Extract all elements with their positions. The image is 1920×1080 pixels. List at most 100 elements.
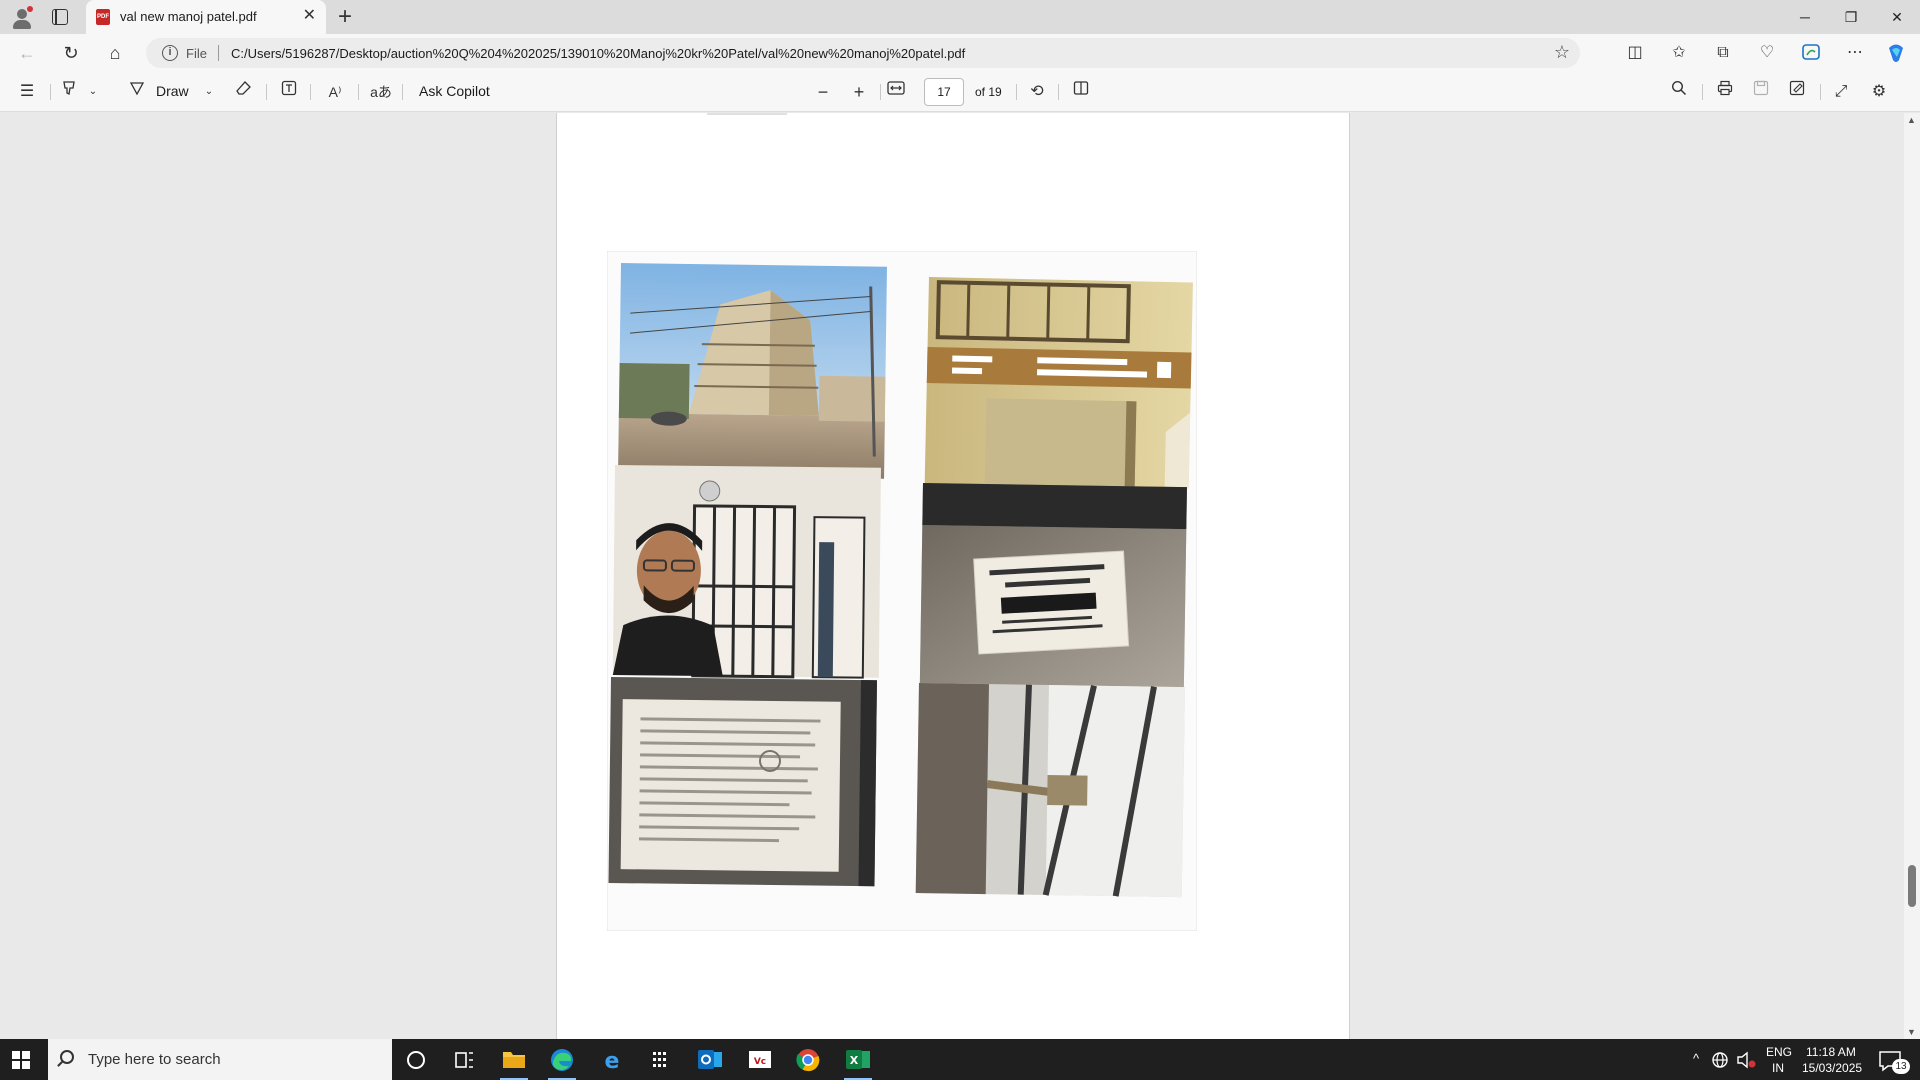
eraser-icon[interactable]	[233, 80, 255, 104]
toolbar-divider	[1016, 84, 1017, 100]
copilot-icon[interactable]	[1885, 42, 1907, 64]
selfie-at-gate-photo	[612, 465, 881, 679]
file-explorer-icon[interactable]	[494, 1045, 534, 1080]
internet-explorer-icon[interactable]: e	[592, 1045, 632, 1074]
notification-count-badge: 13	[1892, 1059, 1910, 1074]
windows-start-icon[interactable]	[12, 1051, 30, 1069]
svg-text:Vc: Vc	[754, 1057, 766, 1067]
favorite-star-icon[interactable]: ☆	[1554, 42, 1570, 63]
draw-dropdown-chevron-icon[interactable]: ⌄	[202, 80, 216, 104]
restore-icon[interactable]: ❐	[1828, 0, 1874, 34]
toolbar-divider	[310, 84, 311, 100]
tab-title: val new manoj patel.pdf	[120, 9, 257, 24]
contents-list-icon[interactable]: ☰	[16, 80, 38, 104]
browser-tab[interactable]: PDF val new manoj patel.pdf ✕	[86, 0, 326, 34]
toolbar-divider	[50, 84, 51, 100]
page-total-label: of 19	[975, 85, 1002, 99]
toolbar-divider	[1820, 84, 1821, 100]
edge-browser-icon[interactable]	[542, 1045, 582, 1080]
cortana-icon[interactable]	[396, 1045, 436, 1074]
translate-icon[interactable]: aあ	[368, 80, 394, 104]
refresh-icon[interactable]: ↻	[56, 39, 86, 67]
highlight-dropdown-chevron-icon[interactable]: ⌄	[86, 80, 100, 104]
svg-text:e: e	[605, 1049, 620, 1074]
full-screen-icon[interactable]: ⤢	[1830, 80, 1852, 104]
favorites-icon[interactable]: ✩	[1668, 42, 1690, 64]
svg-text:X: X	[850, 1054, 859, 1067]
search-placeholder: Type here to search	[88, 1051, 221, 1068]
rotate-icon[interactable]: ⟲	[1026, 80, 1048, 104]
taskbar-search-box[interactable]: Type here to search	[48, 1039, 392, 1080]
collections-icon[interactable]: ⧉	[1712, 42, 1734, 64]
draw-pen-icon[interactable]	[126, 80, 148, 104]
highlight-icon[interactable]	[58, 80, 80, 104]
add-text-icon[interactable]	[278, 80, 300, 104]
volume-muted-icon[interactable]	[1734, 1045, 1758, 1074]
close-window-icon[interactable]: ✕	[1874, 0, 1920, 34]
scroll-down-arrow-icon[interactable]: ▼	[1907, 1027, 1916, 1037]
clock-date[interactable]: 15/03/2025	[1802, 1061, 1862, 1075]
task-view-icon[interactable]	[444, 1045, 484, 1074]
toolbar-divider	[1058, 84, 1059, 100]
zoom-in-icon[interactable]: +	[848, 80, 870, 104]
print-icon[interactable]	[1714, 80, 1736, 104]
close-tab-icon[interactable]: ✕	[303, 7, 316, 25]
photo-collage-svg	[607, 251, 1197, 931]
split-screen-icon[interactable]: ◫	[1624, 42, 1646, 64]
ask-copilot-button[interactable]: Ask Copilot	[419, 83, 490, 99]
apps-grid-icon[interactable]	[640, 1045, 680, 1074]
file-scheme-label: File	[186, 46, 207, 61]
fit-to-width-icon[interactable]	[885, 80, 907, 104]
photo-collage	[607, 251, 1197, 931]
save-icon[interactable]	[1750, 80, 1772, 104]
info-icon[interactable]: i	[162, 45, 178, 61]
back-arrow-icon[interactable]: ←	[12, 39, 42, 67]
clock-time[interactable]: 11:18 AM	[1806, 1045, 1856, 1059]
address-divider	[218, 45, 219, 61]
address-bar[interactable]: i File C:/Users/5196287/Desktop/auction%…	[146, 38, 1580, 68]
find-search-icon[interactable]	[1668, 80, 1690, 104]
browser-essentials-icon[interactable]: ♡	[1756, 42, 1778, 64]
new-tab-icon[interactable]: +	[338, 3, 352, 31]
url-text[interactable]: C:/Users/5196287/Desktop/auction%20Q%204…	[231, 46, 965, 61]
read-aloud-icon[interactable]: A⁾	[322, 80, 348, 104]
draw-button[interactable]: Draw	[156, 83, 189, 99]
pdf-viewer[interactable]	[0, 113, 1904, 1039]
vertical-scrollbar[interactable]: ▲ ▼	[1904, 113, 1920, 1039]
excel-icon[interactable]: X	[838, 1045, 878, 1080]
show-hidden-icons-chevron-icon[interactable]: ^	[1693, 1051, 1699, 1066]
notifications-icon[interactable]: 13	[1874, 1045, 1910, 1074]
tab-actions-icon[interactable]	[52, 9, 68, 25]
toolbar-divider	[266, 84, 267, 100]
input-region[interactable]: IN	[1772, 1061, 1784, 1075]
input-language[interactable]: ENG	[1766, 1045, 1792, 1059]
complex-signboard-photo	[924, 277, 1193, 489]
browser-tab-bar: PDF val new manoj patel.pdf ✕ + ─ ❐ ✕	[0, 0, 1920, 34]
page-number-input[interactable]: 17	[924, 78, 964, 106]
building-exterior-photo	[618, 263, 887, 479]
pdf-page	[556, 113, 1350, 1039]
windows-taskbar: Type here to search e Vc X ^ ENG IN 11:1…	[0, 1039, 1920, 1080]
home-icon[interactable]: ⌂	[100, 39, 130, 67]
profile-icon[interactable]	[10, 6, 34, 30]
more-options-icon[interactable]: ⋯	[1844, 42, 1866, 64]
edge-bar-icon[interactable]	[1800, 42, 1822, 64]
search-icon	[60, 1050, 74, 1064]
save-as-icon[interactable]	[1786, 80, 1808, 104]
panchayat-number-plate-photo	[919, 483, 1187, 698]
grille-door-photo	[915, 683, 1185, 898]
pdf-toolbar: ☰ ⌄ Draw ⌄ A⁾ aあ Ask Copilot − + 17 of 1…	[0, 72, 1920, 112]
page-view-icon[interactable]	[1070, 80, 1092, 104]
vnc-viewer-icon[interactable]: Vc	[740, 1045, 780, 1074]
scroll-up-arrow-icon[interactable]: ▲	[1907, 115, 1916, 125]
network-globe-icon[interactable]	[1708, 1045, 1732, 1074]
zoom-out-icon[interactable]: −	[812, 80, 834, 104]
outlook-icon[interactable]	[690, 1045, 730, 1074]
page-edge-mark	[707, 113, 787, 115]
minimize-icon[interactable]: ─	[1782, 0, 1828, 34]
chrome-icon[interactable]	[788, 1045, 828, 1074]
settings-gear-icon[interactable]: ⚙	[1868, 80, 1890, 104]
scrollbar-thumb[interactable]	[1908, 865, 1916, 907]
pdf-file-icon: PDF	[96, 9, 110, 25]
toolbar-divider	[402, 84, 403, 100]
